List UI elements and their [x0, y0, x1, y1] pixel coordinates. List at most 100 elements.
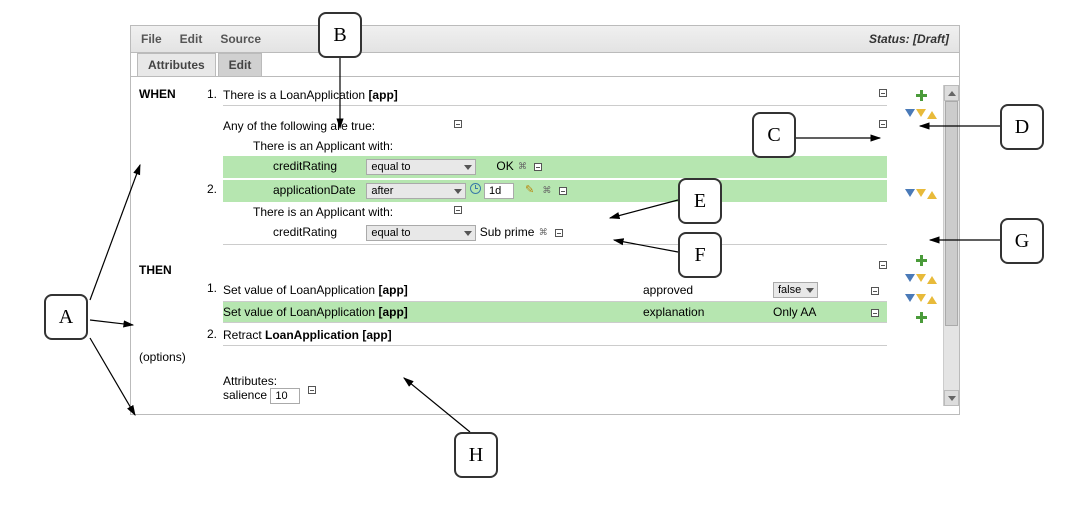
add-condition-icon[interactable]: [915, 89, 928, 102]
link-icon[interactable]: [518, 161, 530, 173]
credit-rating-row-1[interactable]: creditRating equal to OK: [223, 156, 887, 178]
rule-editor: File Edit Source Status: [Draft] Attribu…: [130, 25, 960, 415]
binding-var: [app]: [378, 283, 407, 297]
applicant-2-header[interactable]: There is an Applicant with:: [223, 202, 887, 222]
text: There is an Applicant with:: [253, 139, 393, 153]
move-down-alt-icon[interactable]: [916, 189, 926, 202]
then-action-retract[interactable]: Retract LoanApplication [app]: [223, 325, 887, 346]
duration-input[interactable]: 1d: [484, 183, 514, 199]
menu-file[interactable]: File: [141, 32, 162, 46]
operator-select[interactable]: after: [366, 183, 466, 199]
then-num-1: 1.: [199, 279, 223, 295]
callout-D: D: [1000, 104, 1044, 150]
when-condition-1[interactable]: There is a LoanApplication [app]: [223, 85, 887, 106]
move-down-alt-icon[interactable]: [916, 274, 926, 287]
text: Set value of LoanApplication: [223, 305, 378, 319]
scrollbar[interactable]: [943, 85, 959, 406]
binding-var: [app]: [368, 88, 397, 102]
delete-icon[interactable]: [871, 287, 879, 295]
move-controls: [905, 291, 937, 307]
salience-input[interactable]: 10: [270, 388, 300, 404]
then-label: THEN: [139, 261, 199, 277]
delete-icon[interactable]: [879, 261, 887, 269]
delete-icon[interactable]: [879, 89, 887, 97]
add-action-icon[interactable]: [915, 254, 928, 267]
delete-icon[interactable]: [308, 386, 316, 394]
menu-edit[interactable]: Edit: [180, 32, 203, 46]
operator-select[interactable]: equal to: [366, 159, 476, 175]
move-up-icon[interactable]: [927, 291, 937, 304]
move-down-icon[interactable]: [905, 274, 915, 287]
then-action-set-explanation[interactable]: Set value of LoanApplication [app] expla…: [223, 302, 887, 323]
move-controls: [905, 186, 937, 202]
delete-icon[interactable]: [454, 206, 462, 214]
move-up-icon[interactable]: [927, 186, 937, 199]
tab-bar: Attributes Edit: [131, 52, 959, 76]
delete-icon[interactable]: [555, 229, 563, 237]
when-num-2: 2.: [199, 180, 223, 196]
binding-var: [app]: [378, 305, 407, 319]
add-option-icon[interactable]: [915, 311, 928, 324]
callout-A: A: [44, 294, 88, 340]
scroll-up-button[interactable]: [944, 85, 959, 101]
application-date-row[interactable]: applicationDate after 1d: [223, 180, 887, 202]
menu-source[interactable]: Source: [220, 32, 261, 46]
text: There is an Applicant with:: [253, 205, 393, 219]
menu-bar: File Edit Source Status: [Draft]: [131, 26, 959, 53]
then-action-set-approved[interactable]: Set value of LoanApplication [app] appro…: [223, 279, 887, 302]
field-label: creditRating: [273, 225, 363, 239]
scroll-track[interactable]: [944, 101, 959, 390]
move-up-icon[interactable]: [927, 106, 937, 119]
callout-G: G: [1000, 218, 1044, 264]
scroll-thumb[interactable]: [945, 101, 958, 326]
pencil-icon[interactable]: [525, 185, 537, 197]
move-down-icon[interactable]: [905, 189, 915, 202]
workspace: WHEN 1. There is a LoanApplication [app]…: [131, 76, 959, 414]
move-down-alt-icon[interactable]: [916, 109, 926, 122]
callout-H: H: [454, 432, 498, 478]
move-down-icon[interactable]: [905, 109, 915, 122]
options-label: (options): [139, 348, 199, 364]
move-controls: [905, 106, 937, 122]
when-label: WHEN: [139, 85, 199, 101]
salience-row[interactable]: salience 10: [223, 388, 887, 404]
credit-rating-row-2[interactable]: creditRating equal to Sub prime: [223, 222, 887, 245]
link-icon[interactable]: [542, 185, 554, 197]
callout-B: B: [318, 12, 362, 58]
delete-icon[interactable]: [871, 309, 879, 317]
clock-icon[interactable]: [470, 183, 481, 194]
delete-icon[interactable]: [879, 120, 887, 128]
move-down-icon[interactable]: [905, 294, 915, 307]
status-label: Status: [Draft]: [869, 32, 949, 46]
move-up-icon[interactable]: [927, 271, 937, 284]
value-text: Only AA: [773, 305, 863, 319]
tab-edit[interactable]: Edit: [218, 53, 263, 77]
delete-icon[interactable]: [454, 120, 462, 128]
delete-icon[interactable]: [534, 163, 542, 171]
text: Set value of LoanApplication: [223, 283, 378, 297]
attributes-heading: Attributes:: [223, 374, 887, 388]
value-text: OK: [496, 159, 513, 173]
callout-C: C: [752, 112, 796, 158]
value-select[interactable]: false: [773, 282, 818, 298]
text: Any of the following are true:: [223, 119, 375, 133]
text: There is a LoanApplication: [223, 88, 368, 102]
move-down-alt-icon[interactable]: [916, 294, 926, 307]
callout-F: F: [678, 232, 722, 278]
link-icon[interactable]: [539, 227, 551, 239]
move-controls: [905, 271, 937, 287]
value-text: Sub prime: [480, 225, 535, 239]
field-name: approved: [643, 283, 773, 297]
delete-icon[interactable]: [559, 187, 567, 195]
field-label: salience: [223, 388, 267, 402]
callout-E: E: [678, 178, 722, 224]
then-num-2: 2.: [199, 325, 223, 341]
scroll-down-button[interactable]: [944, 390, 959, 406]
binding-var: LoanApplication [app]: [265, 328, 392, 342]
operator-select[interactable]: equal to: [366, 225, 476, 241]
when-num-1: 1.: [199, 85, 223, 101]
field-name: explanation: [643, 305, 773, 319]
side-controls: [899, 85, 943, 406]
tab-attributes[interactable]: Attributes: [137, 53, 216, 77]
field-label: creditRating: [273, 159, 363, 173]
